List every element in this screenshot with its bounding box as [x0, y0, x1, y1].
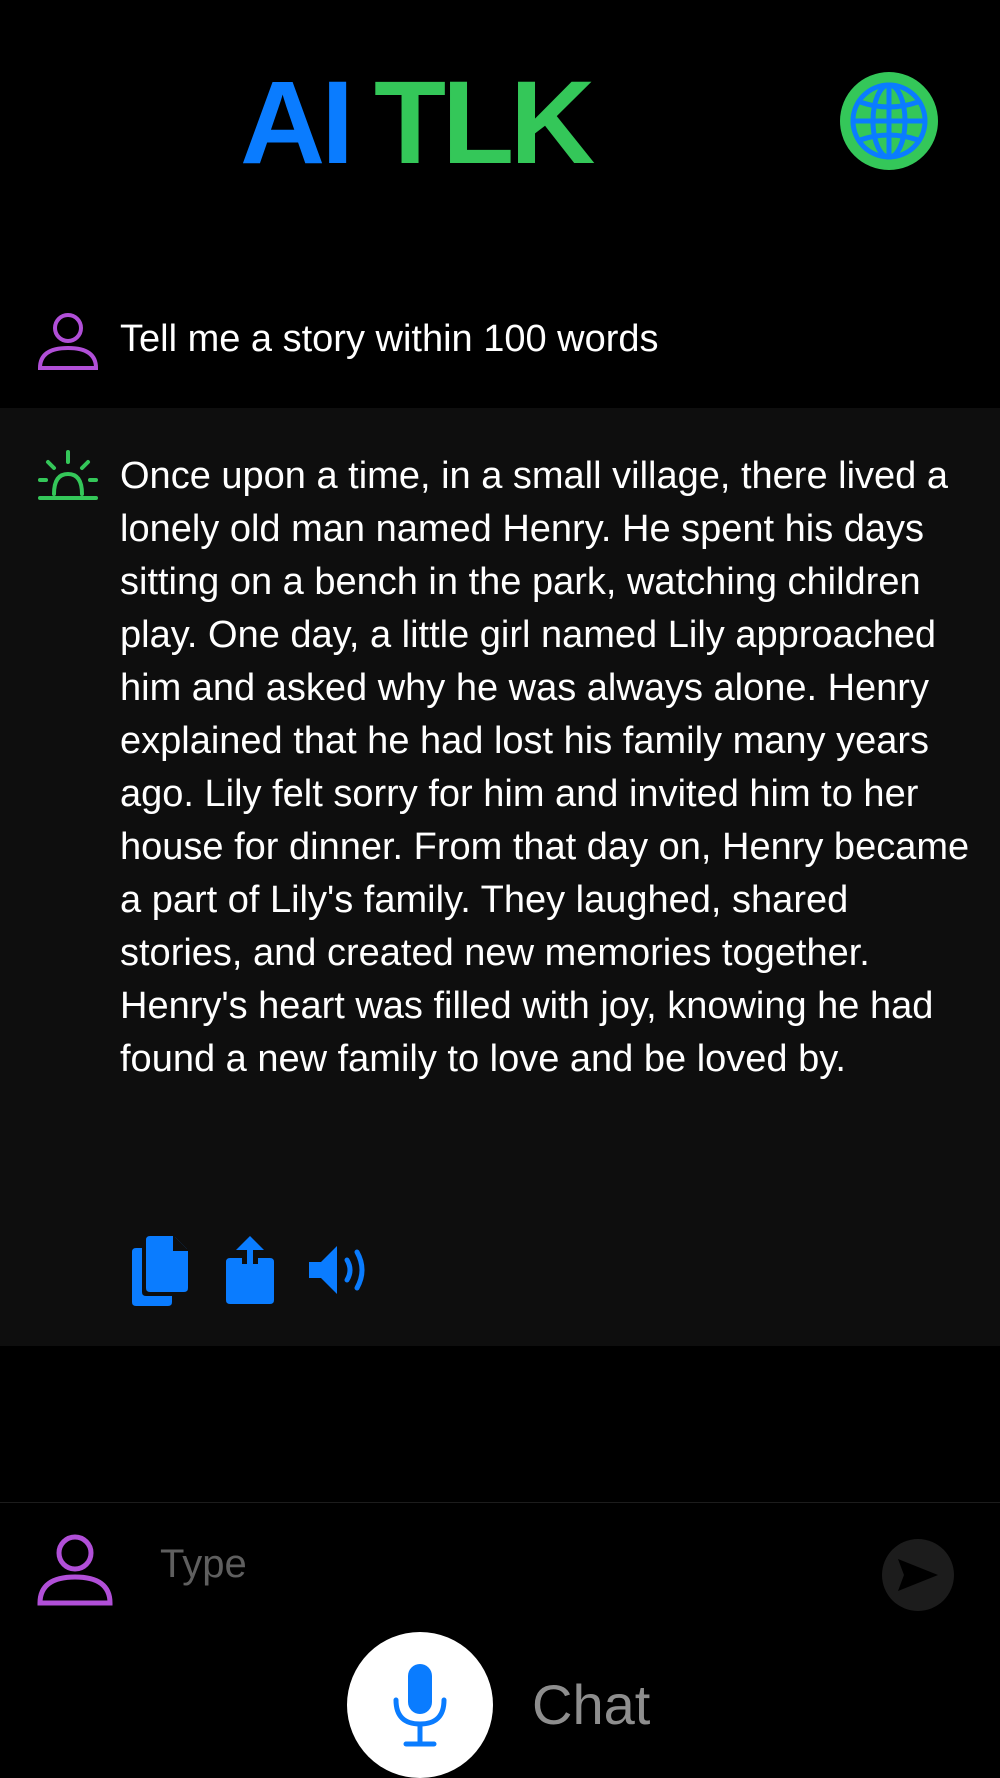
language-button[interactable]: [840, 72, 938, 170]
copy-button[interactable]: [120, 1230, 200, 1310]
person-icon: [37, 313, 99, 370]
globe-icon: [850, 82, 928, 160]
speaker-icon: [309, 1246, 365, 1294]
share-icon: [226, 1236, 274, 1304]
copy-icon: [132, 1236, 188, 1306]
message-actions: [120, 1230, 390, 1310]
composer-bar: [0, 1502, 1000, 1633]
assistant-message-text: Once upon a time, in a small village, th…: [120, 455, 970, 1080]
user-message: Tell me a story within 100 words: [0, 272, 1000, 408]
send-icon: [898, 1559, 938, 1591]
share-button[interactable]: [210, 1230, 290, 1310]
assistant-message: Once upon a time, in a small village, th…: [0, 408, 1000, 1346]
microphone-icon: [393, 1664, 447, 1747]
app-title: AI TLK: [240, 57, 595, 189]
speak-button[interactable]: [300, 1230, 380, 1310]
user-message-text: Tell me a story within 100 words: [120, 318, 659, 360]
person-icon: [37, 1534, 113, 1606]
chat-mode-label[interactable]: Chat: [532, 1668, 650, 1742]
app-header: AI TLK: [0, 0, 1000, 240]
app-title-ai: AI: [240, 57, 354, 189]
app-title-tlk: TLK: [374, 57, 595, 189]
microphone-button[interactable]: [347, 1632, 493, 1778]
send-button[interactable]: [882, 1539, 954, 1611]
sunrise-icon: [38, 450, 98, 500]
message-input[interactable]: [160, 1531, 860, 1597]
